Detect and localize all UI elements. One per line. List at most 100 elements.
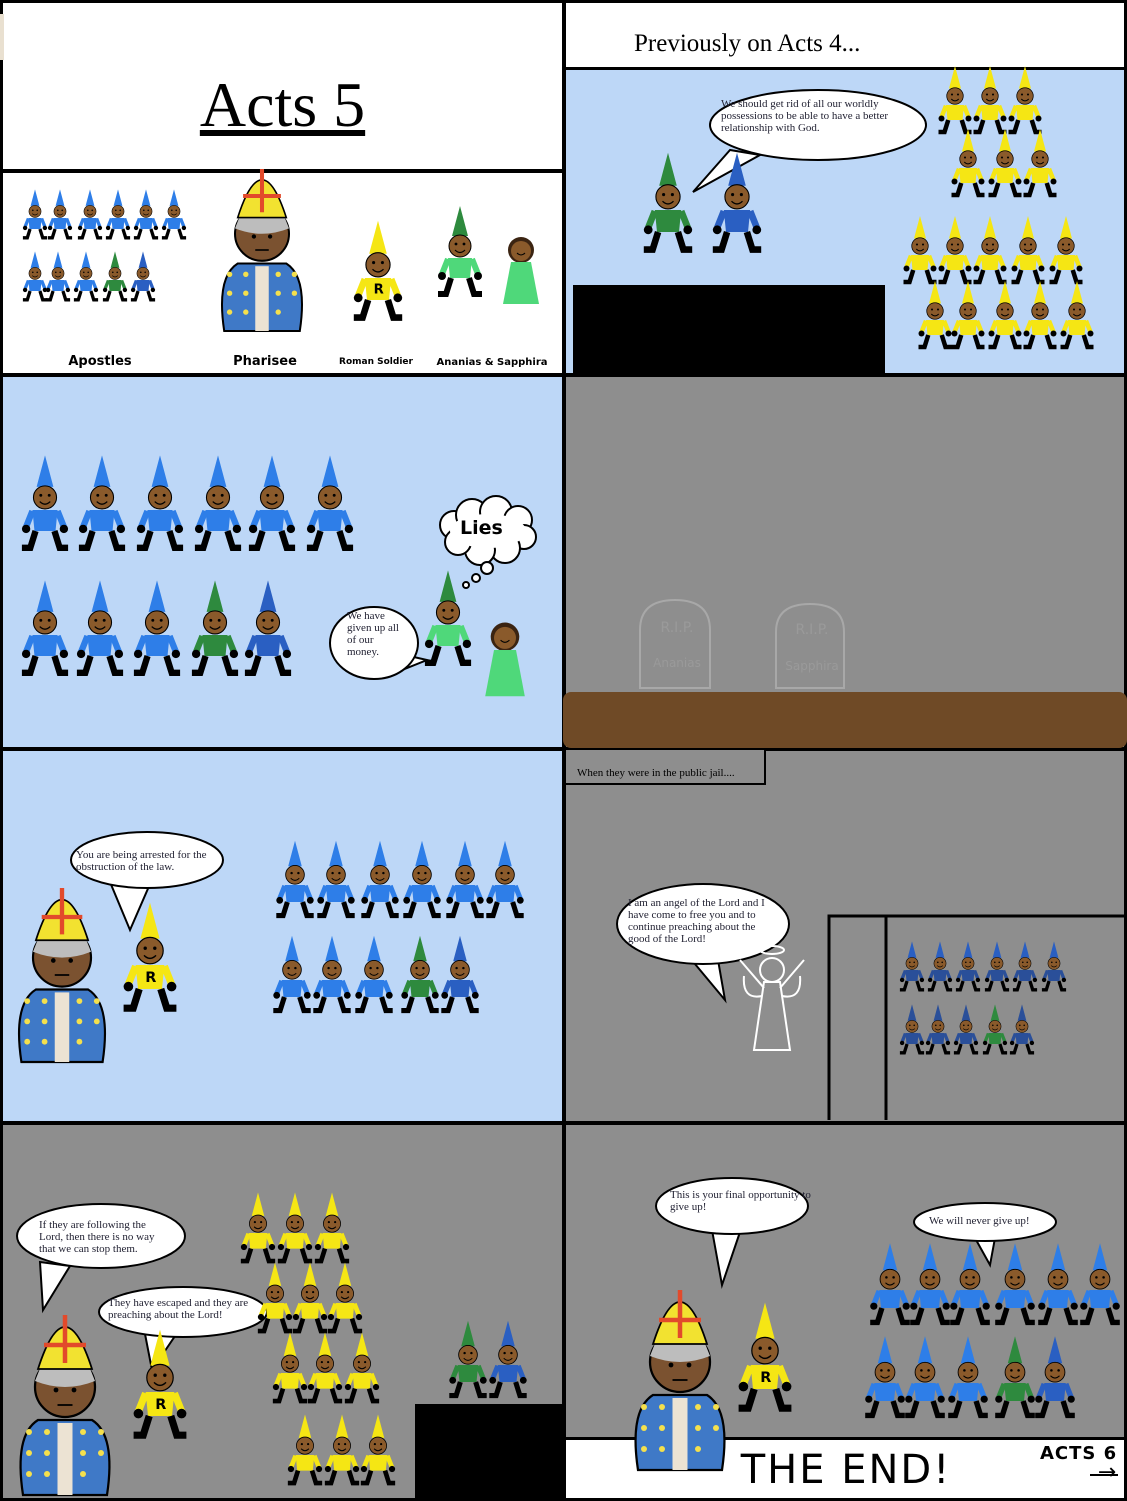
comic-art: R R R R (0, 14, 1127, 1501)
apostle-row1-1 (21, 455, 69, 551)
guard-escape-12 (360, 1414, 396, 1486)
crowd-recap-12 (918, 281, 952, 350)
next-arrow-icon: → (1097, 1460, 1118, 1485)
guard-escape-9 (344, 1332, 380, 1404)
crowd-recap-1 (938, 66, 972, 135)
apostle-cast-4 (105, 189, 131, 240)
apostle-row1-4 (194, 455, 242, 551)
apostle-row2-2 (76, 580, 124, 676)
apostle-arrest-row2-1 (273, 935, 311, 1014)
tombstone-sapphira-rip: R.I.P. (795, 622, 829, 638)
thought-text-lies: Lies (460, 517, 503, 539)
guard-escape-2 (277, 1192, 313, 1264)
svg-text:R: R (145, 970, 156, 986)
guard-escape-5 (292, 1262, 328, 1334)
apostle-arrest-row2-5 (441, 935, 479, 1014)
sapphira-cast (503, 237, 539, 304)
cast-label-apostles: Apostles (68, 354, 132, 369)
guard-escape-10 (287, 1414, 323, 1486)
escape-platform (415, 1404, 563, 1501)
apostle-arrest-row1-3 (361, 840, 399, 919)
apostle-row1-2 (78, 455, 126, 551)
apostle-cast-10 (102, 251, 128, 302)
guard-escape-1 (240, 1192, 276, 1264)
prisoner-row1-6 (1041, 941, 1067, 992)
tombstone-ananias-rip: R.I.P. (660, 620, 694, 636)
apostle-arrest-row1-4 (403, 840, 441, 919)
svg-text:R: R (760, 1370, 771, 1386)
crowd-recap-2 (973, 66, 1007, 135)
soldier-final: R (738, 1302, 792, 1412)
apostle-arrest-row1-1 (276, 840, 314, 919)
apostle-row1-5 (248, 455, 296, 551)
apostle-cast-6 (161, 189, 187, 240)
crowd-recap-9 (973, 216, 1007, 285)
apostle-cast-8 (45, 251, 71, 302)
crowd-recap-3 (1008, 66, 1042, 135)
apostle-cast-2 (47, 189, 73, 240)
prisoner-row2-3 (953, 1004, 979, 1055)
apostle-arrest-row2-2 (313, 935, 351, 1014)
recap-caption: Previously on Acts 4... (634, 30, 861, 57)
jail-cell (827, 914, 1127, 1120)
sapphira (485, 622, 525, 697)
apostle-arrest-row1-6 (486, 840, 524, 919)
speaker-green (643, 152, 693, 253)
crowd-recap-15 (1023, 281, 1057, 350)
thought-bubble-lies (439, 495, 537, 589)
apostle-cast-1 (22, 189, 48, 240)
apostle-cast-3 (77, 189, 103, 240)
cast-label-pharisee: Pharisee (233, 354, 297, 369)
tombstone-ananias-name: Ananias (653, 656, 701, 670)
prisoner-row1-1 (899, 941, 925, 992)
guard-escape-7 (272, 1332, 308, 1404)
tombstone-sapphira-name: Sapphira (785, 659, 839, 673)
prisoner-row2-5 (1009, 1004, 1035, 1055)
crowd-recap-16 (1060, 281, 1094, 350)
page-title: Acts 5 (199, 69, 366, 140)
apostle-arrest-row1-5 (446, 840, 484, 919)
crowd-recap-13 (951, 281, 985, 350)
speech-bubble-never-give-up (913, 1202, 1057, 1268)
apostle-row2-1 (21, 580, 69, 676)
apostle-arrest-row2-4 (401, 935, 439, 1014)
crowd-recap-14 (988, 281, 1022, 350)
crowd-recap-11 (1049, 216, 1083, 285)
soldier-cast: R (353, 220, 403, 321)
crowd-recap-5 (988, 129, 1022, 198)
tombstone-ananias (639, 598, 711, 689)
pharisee-cast (221, 168, 303, 333)
caption-box-underline (570, 783, 580, 785)
prisoner-row2-1 (899, 1004, 925, 1055)
prisoner-row1-2 (927, 941, 953, 992)
crowd-recap-8 (938, 216, 972, 285)
stage-platform (573, 285, 885, 373)
prisoner-row1-4 (984, 941, 1010, 992)
pharisee-arrest (17, 887, 107, 1064)
soldier-escape: R (133, 1329, 187, 1439)
apostle-final-row1-6 (1080, 1243, 1120, 1326)
escaped-blue (489, 1320, 527, 1399)
jail-caption: When they were in the public jail.... (577, 767, 735, 779)
escaped-green (449, 1320, 487, 1399)
prisoner-row1-3 (955, 941, 981, 992)
apostle-arrest-row2-3 (355, 935, 393, 1014)
apostle-final-row1-2 (910, 1243, 950, 1326)
speech-text-never-give-up: We will never give up! (929, 1215, 1030, 1227)
speech-text-recap: We should get rid of all our worldly pos… (721, 98, 889, 134)
guard-escape-3 (314, 1192, 350, 1264)
apostle-row2-4 (191, 580, 239, 676)
speech-text-pharisee-escape: If they are following the Lord, then the… (39, 1219, 155, 1255)
cast-label-soldier: Roman Soldier (339, 357, 413, 367)
dirt-ground (563, 692, 1127, 748)
apostle-final-row1-4 (995, 1243, 1035, 1326)
apostle-final-row2-3 (948, 1336, 988, 1419)
speech-text-arrest: You are being arrested for the obstructi… (76, 849, 207, 873)
next-chapter-link[interactable]: ACTS 6 → (1040, 1443, 1118, 1485)
apostle-final-row1-5 (1038, 1243, 1078, 1326)
apostle-final-row2-5 (1035, 1336, 1075, 1419)
apostle-final-row2-4 (995, 1336, 1035, 1419)
prisoner-row2-2 (925, 1004, 951, 1055)
prisoner-row2-4 (982, 1004, 1008, 1055)
apostle-cast-9 (73, 251, 99, 302)
